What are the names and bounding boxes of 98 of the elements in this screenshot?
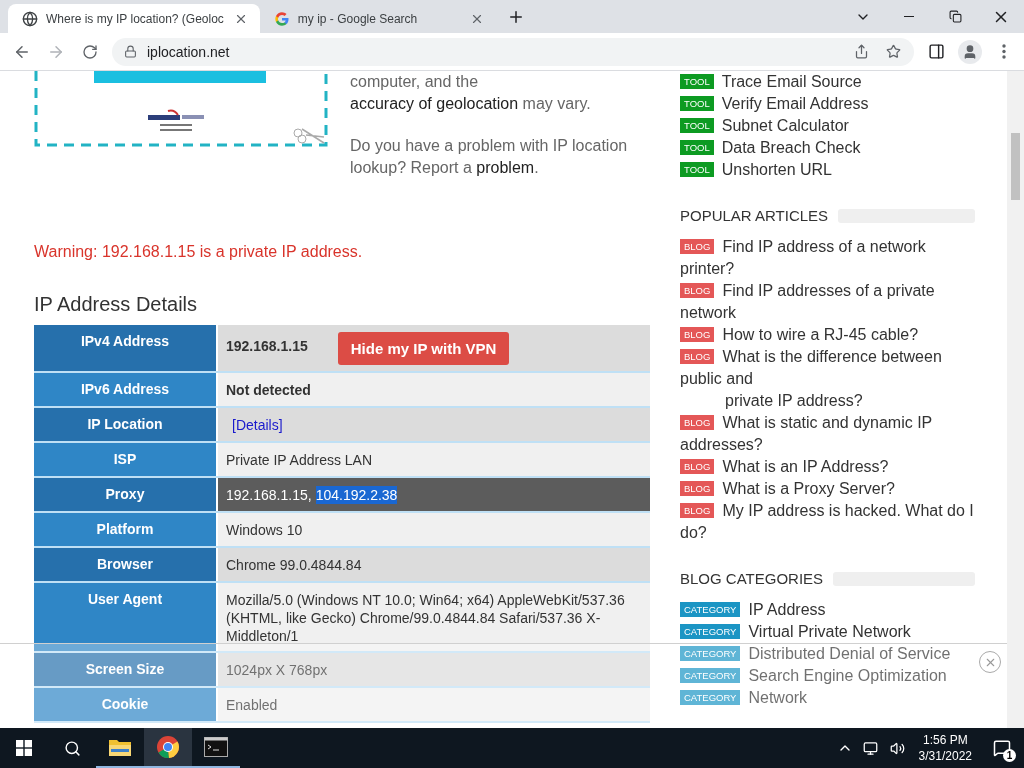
row-label: User Agent bbox=[34, 583, 218, 651]
clock[interactable]: 1:56 PM 3/31/2022 bbox=[910, 732, 980, 764]
details-link[interactable]: [Details] bbox=[232, 416, 283, 434]
tag: TOOL bbox=[680, 74, 714, 89]
cell-text: Windows 10 bbox=[226, 521, 303, 539]
row-label: ISP bbox=[34, 443, 218, 476]
row-label: Screen Size bbox=[34, 653, 218, 686]
tag: TOOL bbox=[680, 162, 714, 177]
text-link[interactable]: accuracy of geolocation bbox=[350, 95, 519, 112]
taskbar-app[interactable] bbox=[144, 728, 192, 768]
cell-text: Not detected bbox=[226, 381, 311, 399]
folder-icon bbox=[108, 737, 132, 757]
sidebar-link[interactable]: CATEGORY Virtual Private Network bbox=[680, 621, 975, 643]
sidebar-link[interactable]: TOOL Verify Email Address bbox=[680, 93, 975, 115]
section-heading: POPULAR ARTICLES bbox=[680, 207, 829, 224]
sidebar-link[interactable]: BLOG My IP address is hacked. What do I do? bbox=[680, 500, 975, 544]
sidebar-link[interactable]: TOOL Subnet Calculator bbox=[680, 115, 975, 137]
tag: TOOL bbox=[680, 96, 714, 111]
scrollbar-thumb[interactable] bbox=[1011, 133, 1020, 200]
cell-text: Private IP Address LAN bbox=[226, 451, 373, 469]
windows-icon bbox=[16, 740, 32, 756]
sidebar-link[interactable]: TOOL Unshorten URL bbox=[680, 159, 975, 181]
selected-text: 104.192.2.38 bbox=[315, 486, 398, 504]
sidebar-link[interactable]: BLOG What is a Proxy Server? bbox=[680, 478, 975, 500]
sidebar-link[interactable]: TOOL Data Breach Check bbox=[680, 137, 975, 159]
lock-icon bbox=[124, 45, 137, 58]
clock-date: 3/31/2022 bbox=[918, 748, 972, 764]
tag: BLOG bbox=[680, 459, 715, 474]
volume-icon[interactable] bbox=[889, 740, 905, 756]
vpn-button[interactable]: Hide my IP with VPN bbox=[337, 332, 510, 365]
browser-tab[interactable]: Where is my IP location? (Geoloc bbox=[8, 4, 260, 33]
sidebar-link[interactable]: BLOG What is the difference between public and private IP address? bbox=[680, 346, 975, 412]
row-label: IP Location bbox=[34, 408, 218, 441]
row-label: Cookie bbox=[34, 688, 218, 721]
tag: BLOG bbox=[680, 415, 715, 430]
tag: TOOL bbox=[680, 140, 714, 155]
star-icon bbox=[885, 44, 901, 59]
sidebar-link[interactable]: BLOG What is an IP Address? bbox=[680, 456, 975, 478]
cell-text: 192.168.1.15 bbox=[226, 337, 308, 355]
cell-text: Chrome 99.0.4844.84 bbox=[226, 556, 362, 574]
tag: BLOG bbox=[680, 239, 715, 254]
row-label: IPv6 Address bbox=[34, 373, 218, 406]
google-icon bbox=[273, 10, 290, 27]
sidebar-link[interactable]: CATEGORY Network bbox=[680, 687, 975, 709]
paragraph: computer, and the accuracy of geolocation may vary. bbox=[350, 72, 592, 114]
tab-title: Where is my IP location? (Geoloc bbox=[46, 11, 224, 26]
clock-time: 1:56 PM bbox=[922, 732, 968, 748]
sidebar-link[interactable]: BLOG How to wire a RJ-45 cable? bbox=[680, 324, 975, 346]
tag: BLOG bbox=[680, 349, 715, 364]
chrome-icon bbox=[156, 735, 180, 759]
tag: CATEGORY bbox=[680, 690, 741, 705]
side-panel-icon bbox=[927, 43, 945, 60]
network-icon[interactable] bbox=[862, 740, 878, 756]
paragraph: Do you have a problem with IP location lookup? Report a problem. bbox=[350, 136, 629, 178]
sidebar-link[interactable]: CATEGORY IP Address bbox=[680, 599, 975, 621]
text-link[interactable]: problem bbox=[476, 159, 535, 176]
sidebar-link[interactable]: BLOG Find IP address of a network printer? bbox=[680, 236, 975, 280]
row-label: Proxy bbox=[34, 478, 218, 511]
warning-message: Warning: 192.168.1.15 is a private IP address. bbox=[34, 243, 364, 261]
section-heading: BLOG CATEGORIES bbox=[680, 570, 824, 587]
address-bar[interactable]: iplocation.net bbox=[112, 37, 914, 66]
scrollbar[interactable] bbox=[1007, 71, 1024, 728]
terminal-icon bbox=[204, 737, 228, 757]
sidebar-link[interactable]: CATEGORY Search Engine Optimization bbox=[680, 665, 975, 687]
search-icon bbox=[63, 739, 81, 757]
sidebar-link[interactable]: TOOL Trace Email Source bbox=[680, 71, 975, 93]
cell-text: 1024px X 768px bbox=[226, 661, 328, 679]
notification-count: 1 bbox=[1003, 749, 1016, 762]
tag: CATEGORY bbox=[680, 602, 741, 617]
sidebar-link[interactable]: BLOG Find IP addresses of a private network bbox=[680, 280, 975, 324]
restore-icon bbox=[948, 10, 962, 23]
globe-icon bbox=[22, 10, 38, 27]
tag: TOOL bbox=[680, 118, 714, 133]
row-label: Platform bbox=[34, 513, 218, 546]
tab-title: my ip - Google Search bbox=[297, 11, 419, 26]
share-icon bbox=[853, 44, 869, 59]
tag: CATEGORY bbox=[680, 646, 741, 661]
row-label: Browser bbox=[34, 548, 218, 581]
cell-text: Enabled bbox=[226, 696, 278, 714]
person-icon bbox=[962, 43, 978, 60]
tag: BLOG bbox=[680, 503, 715, 518]
tag: BLOG bbox=[680, 481, 715, 496]
tag: CATEGORY bbox=[680, 668, 741, 683]
tag: BLOG bbox=[680, 283, 715, 298]
profile-button[interactable] bbox=[958, 39, 982, 64]
browser-tab[interactable]: my ip - Google Search bbox=[259, 4, 496, 33]
sidebar-link[interactable]: BLOG What is static and dynamic IP addresses? bbox=[680, 412, 975, 456]
cell-text: 192.168.1.15, bbox=[226, 486, 312, 504]
cell-text: Mozilla/5.0 (Windows NT 10.0; Win64; x64) AppleWebKit/537.36 (KHTML, like Gecko) Chrome/99.0.4844.84 Safari/537.36 X-Middleton/1 bbox=[226, 591, 626, 645]
minimize-icon bbox=[904, 16, 914, 17]
row-label: IPv4 Address bbox=[34, 325, 218, 371]
section-heading: IP Address Details bbox=[34, 293, 199, 316]
notifications-button[interactable]: 1 bbox=[980, 728, 1024, 768]
menu-icon bbox=[1002, 44, 1006, 59]
url-text: iplocation.net bbox=[147, 43, 231, 60]
tag: CATEGORY bbox=[680, 624, 741, 639]
tag: BLOG bbox=[680, 327, 715, 342]
reload-icon bbox=[82, 43, 98, 60]
